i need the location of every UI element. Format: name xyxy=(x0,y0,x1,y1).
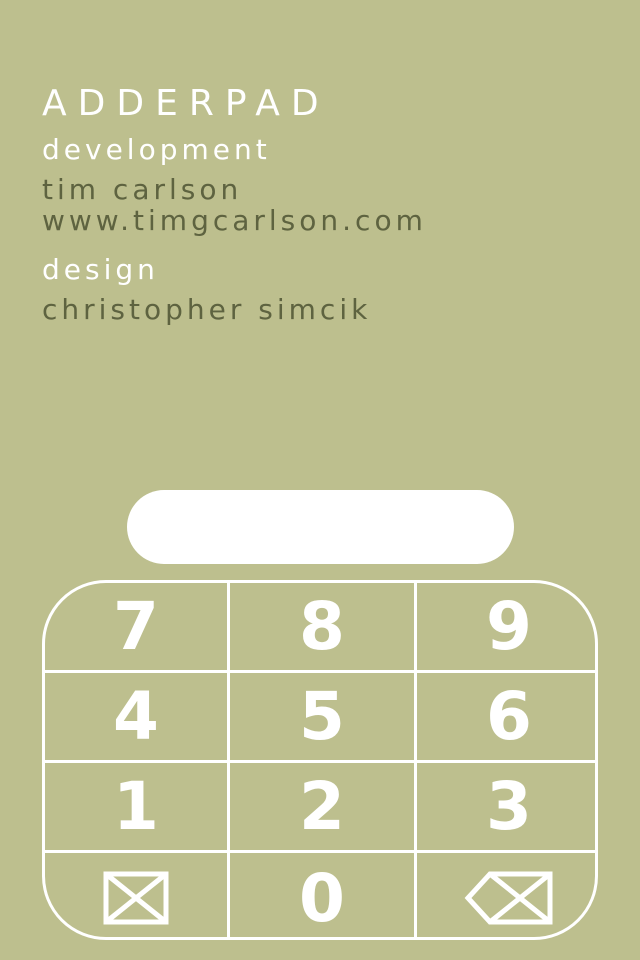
key-3[interactable]: 3 xyxy=(417,763,595,853)
clear-key[interactable] xyxy=(45,853,230,937)
key-9[interactable]: 9 xyxy=(417,583,595,673)
design-heading: design xyxy=(42,253,159,286)
key-7[interactable]: 7 xyxy=(45,583,230,673)
clear-box-icon xyxy=(103,871,169,925)
number-display xyxy=(127,490,514,564)
backspace-key[interactable] xyxy=(417,853,595,937)
key-4[interactable]: 4 xyxy=(45,673,230,763)
developer-url[interactable]: www.timgcarlson.com xyxy=(42,205,427,237)
key-0[interactable]: 0 xyxy=(230,853,417,937)
designer-name: christopher simcik xyxy=(42,293,372,326)
development-heading: development xyxy=(42,133,271,166)
app-title: ADDERPAD xyxy=(42,83,330,124)
keypad: 7 8 9 4 5 6 1 2 3 0 xyxy=(42,580,598,940)
backspace-icon xyxy=(464,871,553,925)
key-6[interactable]: 6 xyxy=(417,673,595,763)
developer-name: tim carlson xyxy=(42,173,243,206)
key-8[interactable]: 8 xyxy=(230,583,417,673)
key-5[interactable]: 5 xyxy=(230,673,417,763)
key-1[interactable]: 1 xyxy=(45,763,230,853)
key-2[interactable]: 2 xyxy=(230,763,417,853)
